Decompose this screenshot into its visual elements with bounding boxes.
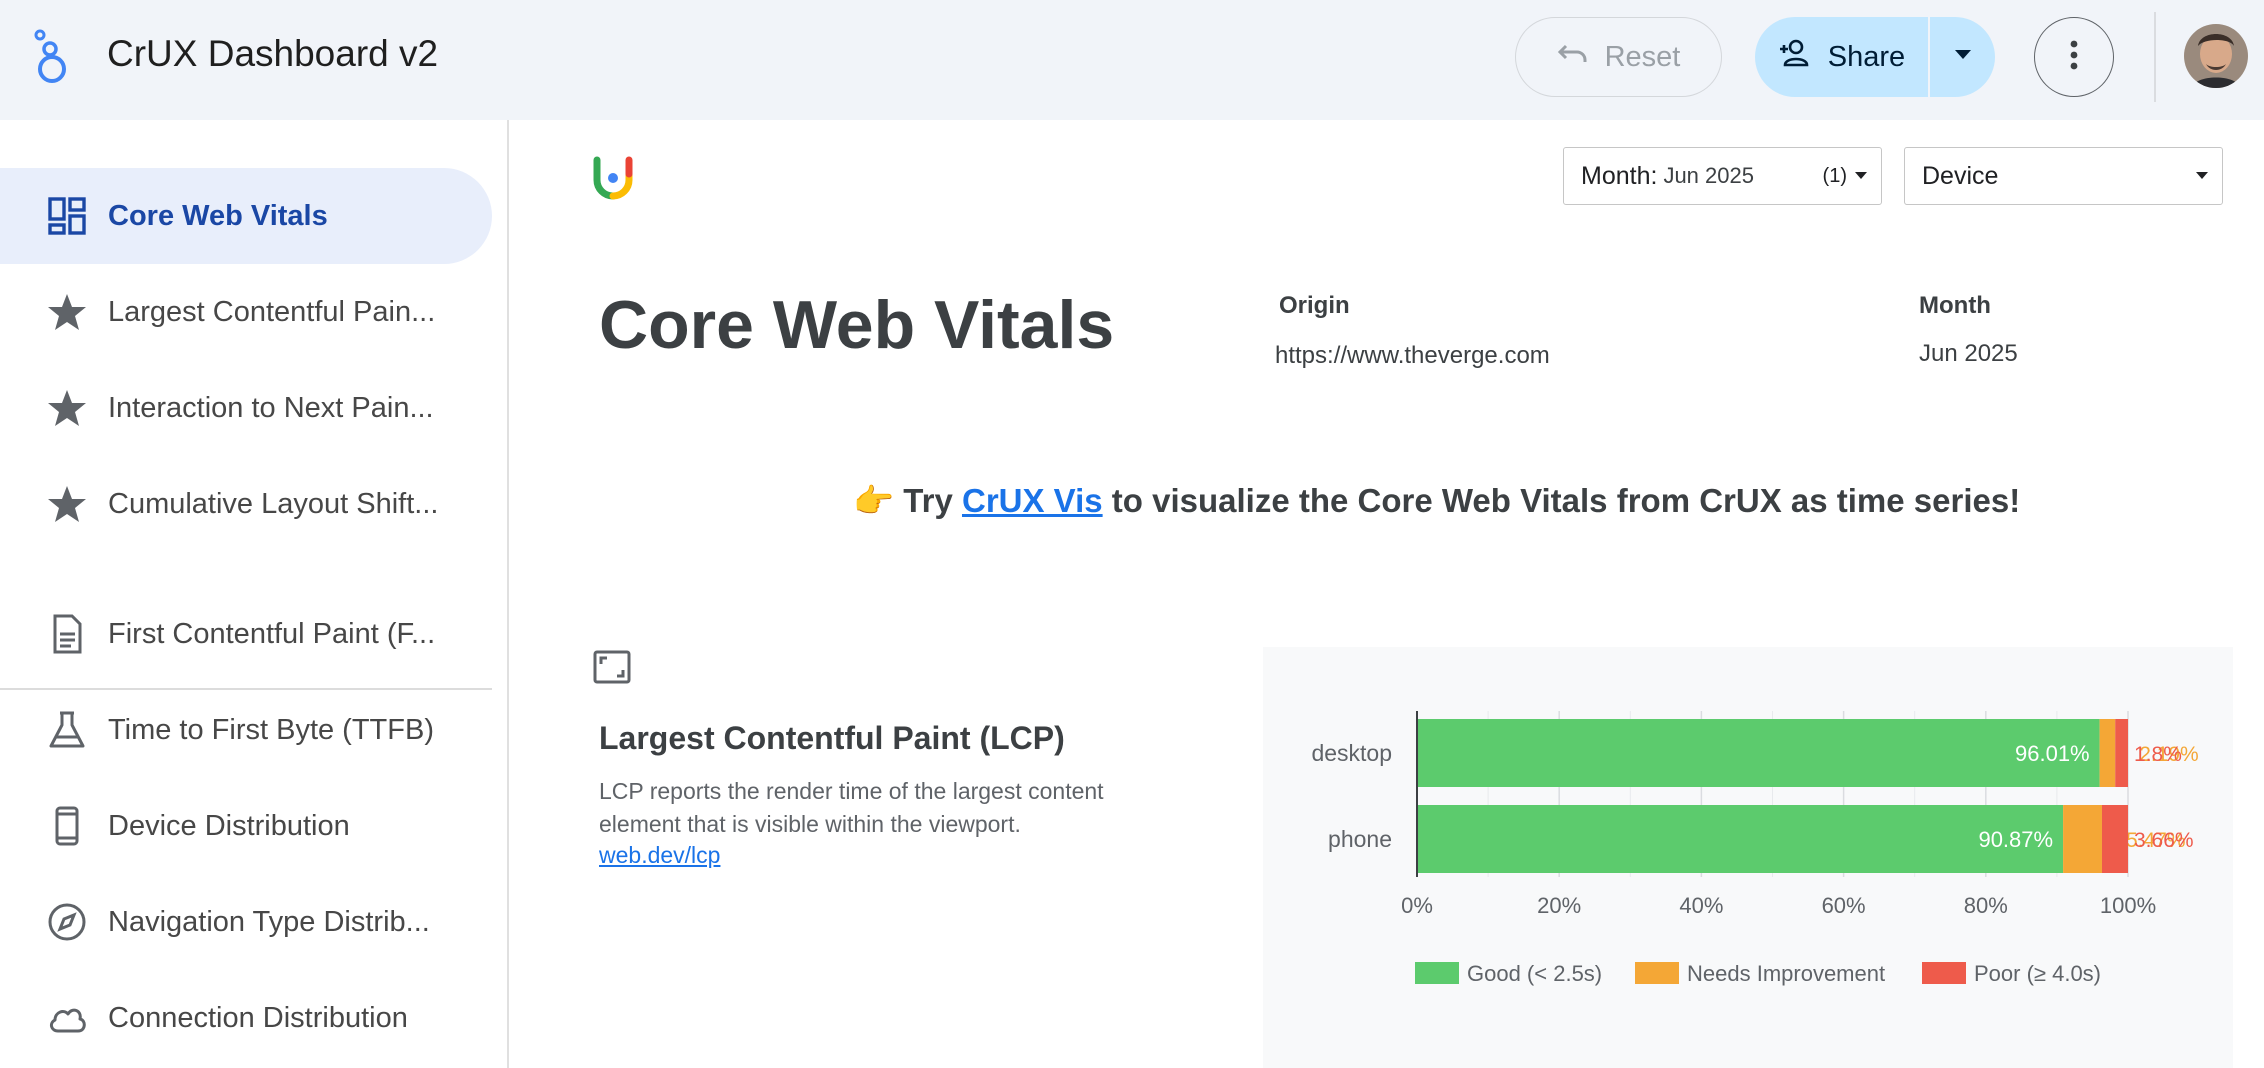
person-add-icon bbox=[1778, 38, 1814, 76]
reset-button[interactable]: Reset bbox=[1515, 17, 1722, 97]
data-label: 90.87% bbox=[1978, 827, 2053, 852]
promo-text-after: to visualize the Core Web Vitals from Cr… bbox=[1111, 482, 2021, 519]
bar-segment bbox=[2115, 719, 2128, 787]
month-filter[interactable]: Month: Jun 2025 (1) bbox=[1563, 147, 1882, 205]
sidebar-item-connection-distribution[interactable]: Connection Distribution bbox=[0, 970, 492, 1066]
category-label: desktop bbox=[1311, 740, 1392, 766]
star-icon bbox=[46, 291, 88, 333]
metric-docs-link[interactable]: web.dev/lcp bbox=[599, 842, 720, 869]
looker-studio-report-logo-icon bbox=[591, 156, 635, 200]
month-filter-count: (1) bbox=[1822, 164, 1847, 187]
avatar[interactable] bbox=[2184, 24, 2248, 88]
report-canvas: Month: Jun 2025 (1) Device Core Web Vita… bbox=[511, 120, 2264, 1068]
sidebar-item-lcp[interactable]: Largest Contentful Pain... bbox=[0, 264, 492, 360]
sidebar-item-label: First Contentful Paint (F... bbox=[108, 617, 436, 650]
legend-label: Poor (≥ 4.0s) bbox=[1974, 961, 2101, 986]
device-filter[interactable]: Device bbox=[1904, 147, 2223, 205]
sidebar-item-label: Interaction to Next Pain... bbox=[108, 391, 434, 424]
compass-icon bbox=[46, 901, 88, 943]
sidebar-item-fcp[interactable]: First Contentful Paint (F... bbox=[0, 586, 492, 682]
category-label: phone bbox=[1328, 826, 1392, 852]
pointing-hand-icon: 👉 bbox=[853, 482, 895, 519]
caret-down-icon bbox=[1954, 48, 1972, 66]
sidebar-item-core-web-vitals[interactable]: Core Web Vitals bbox=[0, 168, 492, 264]
caret-down-icon bbox=[2196, 172, 2208, 179]
legend-label: Good (< 2.5s) bbox=[1467, 961, 1602, 986]
undo-icon bbox=[1557, 41, 1589, 74]
sidebar-item-ttfb[interactable]: Time to First Byte (TTFB) bbox=[0, 682, 492, 778]
share-label: Share bbox=[1827, 40, 1906, 73]
sidebar-item-label: Connection Distribution bbox=[108, 1001, 408, 1034]
bar-segment bbox=[1417, 805, 2064, 873]
document-icon bbox=[46, 613, 88, 655]
legend-label: Needs Improvement bbox=[1687, 961, 1885, 986]
crux-vis-link[interactable]: CrUX Vis bbox=[962, 482, 1103, 519]
month-value: Jun 2025 bbox=[1919, 340, 2018, 367]
top-bar: CrUX Dashboard v2 Reset Share bbox=[0, 0, 2264, 120]
more-options-button[interactable] bbox=[2034, 17, 2114, 97]
legend-swatch bbox=[1415, 962, 1459, 984]
dashboard-icon bbox=[46, 195, 88, 237]
legend-swatch bbox=[1635, 962, 1679, 984]
more-vert-icon bbox=[2070, 40, 2078, 75]
aspect-ratio-icon bbox=[593, 650, 631, 684]
sidebar-item-label: Cumulative Layout Shift... bbox=[108, 487, 439, 520]
sidebar-item-label: Device Distribution bbox=[108, 809, 350, 842]
promo-text-before: Try bbox=[903, 482, 953, 519]
looker-studio-logo-icon[interactable] bbox=[28, 26, 74, 86]
flask-icon bbox=[46, 709, 88, 751]
sidebar-item-label: Core Web Vitals bbox=[108, 199, 328, 232]
sidebar-item-navigation-type[interactable]: Navigation Type Distrib... bbox=[0, 874, 492, 970]
sidebar-item-inp[interactable]: Interaction to Next Pain... bbox=[0, 360, 492, 456]
device-filter-label: Device bbox=[1922, 161, 1999, 190]
x-tick-label: 20% bbox=[1537, 893, 1581, 918]
bar-segment bbox=[1417, 719, 2100, 787]
bar-segment bbox=[2063, 805, 2102, 873]
sidebar-item-cls[interactable]: Cumulative Layout Shift... bbox=[0, 456, 492, 552]
origin-header: Origin bbox=[1279, 292, 1350, 319]
cloud-icon bbox=[46, 997, 88, 1039]
month-filter-value: Jun 2025 bbox=[1663, 163, 1754, 188]
month-header: Month bbox=[1919, 292, 1991, 319]
sidebar-item-label: Time to First Byte (TTFB) bbox=[108, 713, 434, 746]
sidebar-item-device-distribution[interactable]: Device Distribution bbox=[0, 778, 492, 874]
lcp-chart-panel: 0% 20% 40% 60% 80% 100% desktop 96.01% 2.19% 1.8%… bbox=[1263, 647, 2233, 1068]
origin-value: https://www.theverge.com bbox=[1275, 342, 1550, 369]
share-options-button[interactable] bbox=[1930, 17, 1995, 97]
sidebar-item-label: Largest Contentful Pain... bbox=[108, 295, 436, 328]
page-title: Core Web Vitals bbox=[599, 287, 1115, 363]
star-icon bbox=[46, 483, 88, 525]
x-tick-label: 100% bbox=[2100, 893, 2156, 918]
phone-icon bbox=[46, 805, 88, 847]
x-tick-label: 40% bbox=[1679, 893, 1723, 918]
crux-vis-promo: 👉 Try CrUX Vis to visualize the Core Web… bbox=[853, 482, 2020, 521]
data-label: 1.8% bbox=[2134, 743, 2182, 766]
bar-segment bbox=[2099, 719, 2116, 787]
share-button[interactable]: Share bbox=[1755, 17, 1928, 97]
data-label: 96.01% bbox=[2015, 741, 2090, 766]
sidebar-item-label: Navigation Type Distrib... bbox=[108, 905, 430, 938]
reset-label: Reset bbox=[1604, 40, 1681, 73]
caret-down-icon bbox=[1855, 172, 1867, 179]
legend-swatch bbox=[1922, 962, 1966, 984]
lcp-stacked-bar-chart: 0% 20% 40% 60% 80% 100%desktop 96.01% 2.19%1.8%… bbox=[1311, 711, 2199, 986]
month-filter-label: Month: bbox=[1581, 161, 1658, 190]
x-tick-label: 80% bbox=[1964, 893, 2008, 918]
metric-description: LCP reports the render time of the large… bbox=[599, 778, 1104, 837]
metric-title: Largest Contentful Paint (LCP) bbox=[599, 720, 1065, 756]
bar-segment bbox=[2101, 805, 2128, 873]
sidebar: Core Web Vitals Largest Contentful Pain.… bbox=[0, 120, 509, 1068]
toolbar-divider bbox=[2154, 12, 2156, 102]
x-tick-label: 0% bbox=[1401, 893, 1433, 918]
data-label: 3.66% bbox=[2134, 829, 2194, 852]
star-icon bbox=[46, 387, 88, 429]
x-tick-label: 60% bbox=[1822, 893, 1866, 918]
app-title: CrUX Dashboard v2 bbox=[107, 33, 439, 74]
